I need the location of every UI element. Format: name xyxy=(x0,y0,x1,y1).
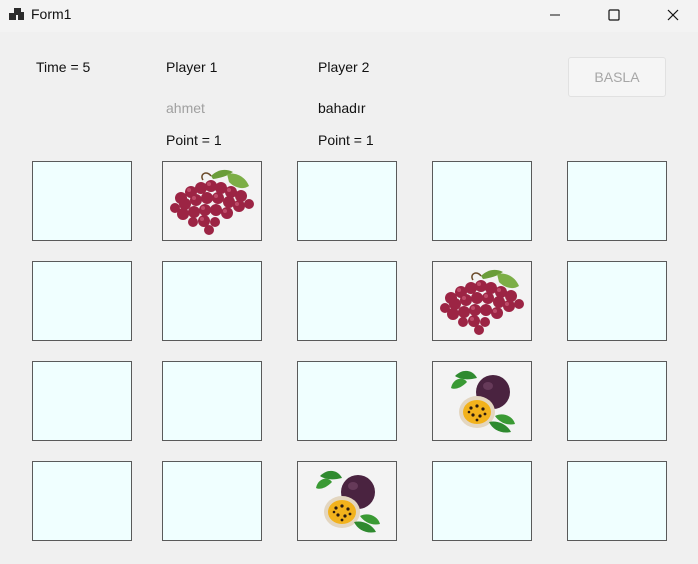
close-button[interactable] xyxy=(650,0,696,30)
window-title: Form1 xyxy=(31,6,72,22)
start-button[interactable]: BASLA xyxy=(568,57,666,97)
card-r2-c3[interactable] xyxy=(297,261,397,341)
card-r4-c3[interactable] xyxy=(297,461,397,541)
card-r2-c2[interactable] xyxy=(162,261,262,341)
card-r3-c2[interactable] xyxy=(162,361,262,441)
maximize-icon xyxy=(608,9,620,21)
minimize-button[interactable] xyxy=(532,0,578,30)
maximize-button[interactable] xyxy=(591,0,637,30)
title-bar: Form1 xyxy=(0,0,698,32)
card-r1-c4[interactable] xyxy=(432,161,532,241)
player2-heading: Player 2 xyxy=(318,59,370,75)
card-r4-c5[interactable] xyxy=(567,461,667,541)
card-r1-c5[interactable] xyxy=(567,161,667,241)
card-r3-c3[interactable] xyxy=(297,361,397,441)
player1-points: Point = 1 xyxy=(166,132,222,148)
close-icon xyxy=(667,9,679,21)
card-r4-c2[interactable] xyxy=(162,461,262,541)
card-r3-c5[interactable] xyxy=(567,361,667,441)
passion-fruit-icon xyxy=(451,370,515,433)
card-r4-c1[interactable] xyxy=(32,461,132,541)
card-r4-c4[interactable] xyxy=(432,461,532,541)
player2-name: bahadır xyxy=(318,100,366,116)
player2-points: Point = 1 xyxy=(318,132,374,148)
grapes-icon xyxy=(440,269,524,335)
card-r1-c1[interactable] xyxy=(32,161,132,241)
player1-name: ahmet xyxy=(166,100,205,116)
card-r2-c5[interactable] xyxy=(567,261,667,341)
card-r1-c3[interactable] xyxy=(297,161,397,241)
card-r3-c4[interactable] xyxy=(432,361,532,441)
passion-fruit-icon xyxy=(316,470,380,533)
grapes-icon xyxy=(170,169,254,235)
card-r2-c1[interactable] xyxy=(32,261,132,341)
player1-heading: Player 1 xyxy=(166,59,218,75)
card-r2-c4[interactable] xyxy=(432,261,532,341)
card-r3-c1[interactable] xyxy=(32,361,132,441)
minimize-icon xyxy=(550,14,560,16)
card-r1-c2[interactable] xyxy=(162,161,262,241)
time-label: Time = 5 xyxy=(36,59,91,75)
app-window-icon xyxy=(9,8,25,22)
